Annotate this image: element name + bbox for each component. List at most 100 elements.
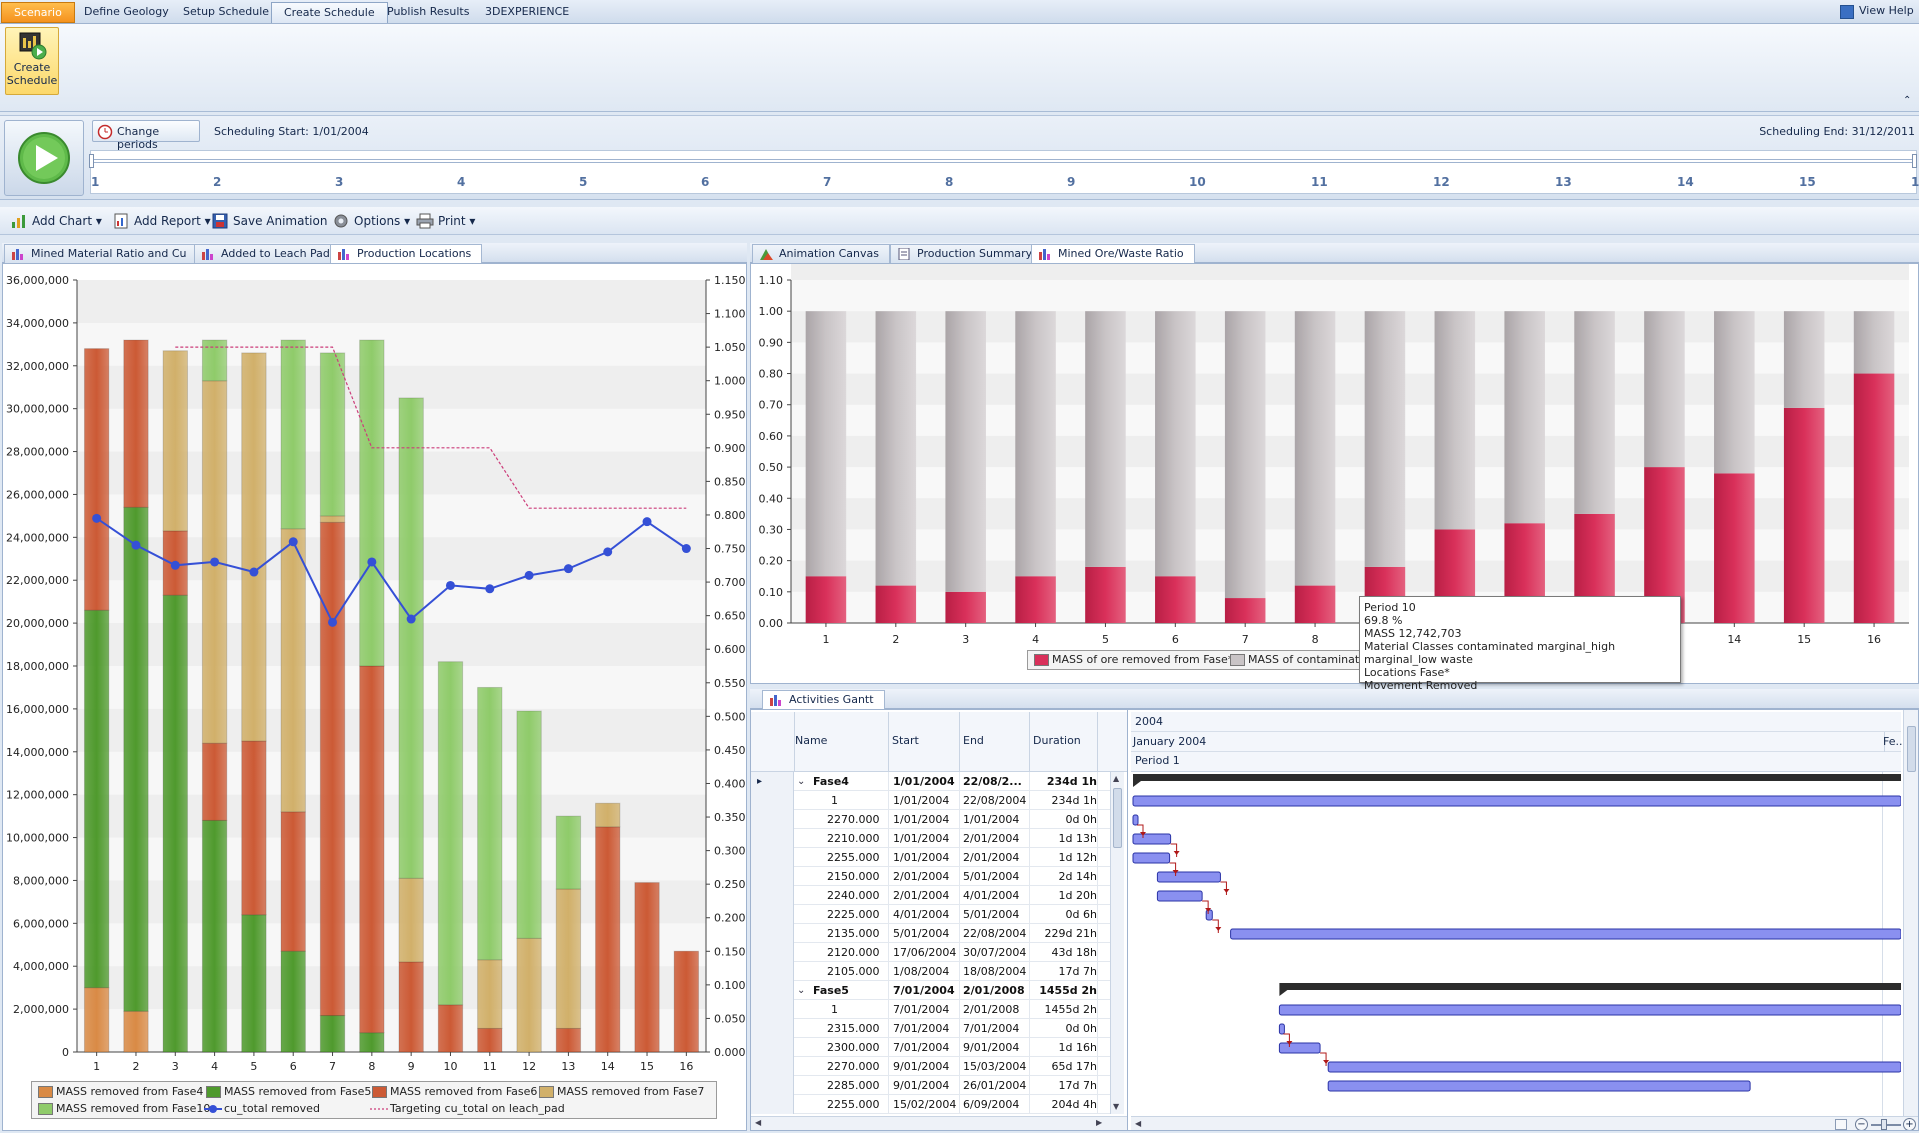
menu-tab-publish-results[interactable]: Publish Results — [375, 2, 481, 23]
options-button[interactable]: Options ▾ — [330, 211, 410, 231]
menu-tab-3dexperience[interactable]: 3DEXPERIENCE — [473, 2, 581, 23]
print-button[interactable]: Print ▾ — [414, 211, 475, 231]
scroll-right-icon[interactable]: ▶ — [1096, 1118, 1102, 1127]
change-periods-button[interactable]: Change periods — [92, 120, 200, 151]
row-indicator[interactable] — [751, 905, 794, 924]
play-button[interactable] — [4, 120, 84, 196]
gantt-row[interactable]: 2240.000 2/01/2004 4/01/2004 1d 20h — [751, 886, 1111, 905]
gantt-row[interactable]: 2270.000 9/01/2004 15/03/2004 65d 17h — [751, 1057, 1111, 1076]
gantt-row[interactable]: 2210.000 1/01/2004 2/01/2004 1d 13h — [751, 829, 1111, 848]
bar-segment — [1853, 373, 1895, 623]
tab-mined-material-ratio[interactable]: Mined Material Ratio and Cu — [4, 244, 198, 263]
collapse-ribbon-icon[interactable]: ⌃ — [1903, 95, 1911, 106]
chart-tab-icon — [1039, 249, 1050, 260]
column-header-end[interactable]: End — [963, 734, 984, 747]
help-icon[interactable] — [1840, 5, 1854, 19]
menu-tab-scenario[interactable]: Scenario — [1, 2, 75, 23]
scroll-down-icon[interactable]: ▼ — [1113, 1102, 1119, 1111]
row-indicator[interactable] — [751, 829, 794, 848]
row-indicator[interactable] — [751, 1057, 794, 1076]
gantt-chart-scrollbar[interactable] — [1903, 710, 1918, 1116]
timeline-end-handle[interactable] — [1912, 154, 1917, 168]
period-timeline[interactable]: 12345678910111213141516 — [89, 150, 1919, 194]
bar-segment — [516, 710, 542, 939]
x-tick-label: 7 — [329, 1060, 336, 1073]
row-indicator[interactable] — [751, 943, 794, 962]
menu-tab-define-geology[interactable]: Define Geology — [72, 2, 181, 23]
gantt-dependency-arrow — [1223, 889, 1230, 893]
gantt-grid-hscroll[interactable]: ◀ ▶ — [751, 1116, 1127, 1130]
row-indicator[interactable] — [751, 1076, 794, 1095]
zoom-out-icon[interactable]: − — [1855, 1118, 1868, 1130]
gantt-cell-name: 1 — [831, 794, 838, 807]
row-indicator[interactable] — [751, 1095, 794, 1114]
scrollbar-thumb[interactable] — [1907, 726, 1916, 772]
menu-tab-setup-schedule[interactable]: Setup Schedule — [171, 2, 281, 23]
row-indicator[interactable] — [751, 810, 794, 829]
gantt-row[interactable]: ⌄ Fase5 7/01/2004 2/01/2008 1455d 2h — [751, 981, 1111, 1000]
gantt-row[interactable]: 2225.000 4/01/2004 5/01/2004 0d 6h — [751, 905, 1111, 924]
add-report-button[interactable]: Add Report ▾ — [110, 211, 211, 231]
timeline-start-handle[interactable] — [89, 154, 94, 168]
gantt-row[interactable]: 2120.000 17/06/2004 30/07/2004 43d 18h — [751, 943, 1111, 962]
y-tick-label: 1.00 — [759, 305, 784, 318]
gantt-row[interactable]: 2270.000 1/01/2004 1/01/2004 0d 0h — [751, 810, 1111, 829]
tab-animation-canvas[interactable]: Animation Canvas — [752, 244, 890, 263]
gantt-row[interactable]: 2255.000 1/01/2004 2/01/2004 1d 12h — [751, 848, 1111, 867]
add-chart-button[interactable]: Add Chart ▾ — [8, 211, 102, 231]
scrollbar-thumb[interactable] — [1113, 788, 1122, 848]
scroll-left-icon[interactable]: ◀ — [1135, 1119, 1141, 1128]
row-indicator[interactable] — [751, 962, 794, 981]
row-indicator[interactable] — [751, 1000, 794, 1019]
row-indicator[interactable] — [751, 886, 794, 905]
tab-production-summary[interactable]: Production Summary — [890, 244, 1044, 263]
row-indicator[interactable] — [751, 848, 794, 867]
gantt-cell-name: Fase4 — [813, 775, 849, 788]
gantt-row[interactable]: ▸ ⌄ Fase4 1/01/2004 22/08/2... 234d 1h — [751, 772, 1111, 791]
row-indicator[interactable]: ▸ — [751, 772, 794, 791]
gantt-row[interactable]: 2300.000 7/01/2004 9/01/2004 1d 16h — [751, 1038, 1111, 1057]
row-indicator[interactable] — [751, 924, 794, 943]
gantt-grid-scrollbar[interactable]: ▲ ▼ — [1110, 772, 1124, 1114]
tab-added-to-leach-pad[interactable]: Added to Leach Pad — [194, 244, 341, 263]
gantt-dependency-link — [1320, 1052, 1327, 1066]
row-indicator[interactable] — [751, 791, 794, 810]
view-help-link[interactable]: View Help — [1859, 4, 1914, 17]
save-animation-button[interactable]: Save Animation — [209, 211, 327, 231]
y2-tick-label: 0.950 — [714, 408, 746, 421]
gantt-chart-hscroll[interactable]: ◀ − + — [1131, 1116, 1918, 1130]
chart-toolbar: Add Chart ▾ Add Report ▾ Save Animation … — [0, 207, 1919, 235]
tab-mined-ore-waste-ratio[interactable]: Mined Ore/Waste Ratio — [1031, 244, 1195, 263]
save-icon — [212, 213, 228, 229]
fit-icon[interactable] — [1835, 1119, 1847, 1130]
column-header-name[interactable]: Name — [795, 734, 827, 747]
x-tick-label: 4 — [1032, 633, 1039, 646]
gantt-row[interactable]: 2285.000 9/01/2004 26/01/2004 17d 7h — [751, 1076, 1111, 1095]
gantt-row[interactable]: 2105.000 1/08/2004 18/08/2004 17d 7h — [751, 962, 1111, 981]
bar-chart-icon — [12, 215, 25, 228]
row-indicator[interactable] — [751, 1038, 794, 1057]
column-header-start[interactable]: Start — [892, 734, 919, 747]
column-header-duration[interactable]: Duration — [1033, 734, 1081, 747]
gantt-row[interactable]: 2315.000 7/01/2004 7/01/2004 0d 0h — [751, 1019, 1111, 1038]
bar-segment — [805, 576, 847, 623]
x-tick-label: 14 — [1727, 633, 1741, 646]
zoom-slider-thumb[interactable] — [1881, 1119, 1887, 1130]
row-indicator[interactable] — [751, 1019, 794, 1038]
gantt-row[interactable]: 1 7/01/2004 2/01/2008 1455d 2h — [751, 1000, 1111, 1019]
gantt-row[interactable]: 1 1/01/2004 22/08/2004 234d 1h — [751, 791, 1111, 810]
menu-tab-create-schedule[interactable]: Create Schedule — [271, 2, 388, 23]
tab-activities-gantt[interactable]: Activities Gantt — [762, 690, 885, 709]
zoom-in-icon[interactable]: + — [1903, 1118, 1916, 1130]
create-schedule-button[interactable]: Create Schedule — [5, 27, 59, 95]
gantt-row[interactable]: 2135.000 5/01/2004 22/08/2004 229d 21h — [751, 924, 1111, 943]
tab-production-locations[interactable]: Production Locations — [330, 244, 483, 263]
expand-icon[interactable]: ⌄ — [797, 772, 805, 791]
gantt-row[interactable]: 2150.000 2/01/2004 5/01/2004 2d 14h — [751, 867, 1111, 886]
expand-icon[interactable]: ⌄ — [797, 981, 805, 1000]
scroll-up-icon[interactable]: ▲ — [1113, 774, 1119, 783]
scroll-left-icon[interactable]: ◀ — [755, 1118, 761, 1127]
gantt-row[interactable]: 2255.000 15/02/2004 6/09/2004 204d 4h — [751, 1095, 1111, 1114]
row-indicator[interactable] — [751, 981, 794, 1000]
row-indicator[interactable] — [751, 867, 794, 886]
